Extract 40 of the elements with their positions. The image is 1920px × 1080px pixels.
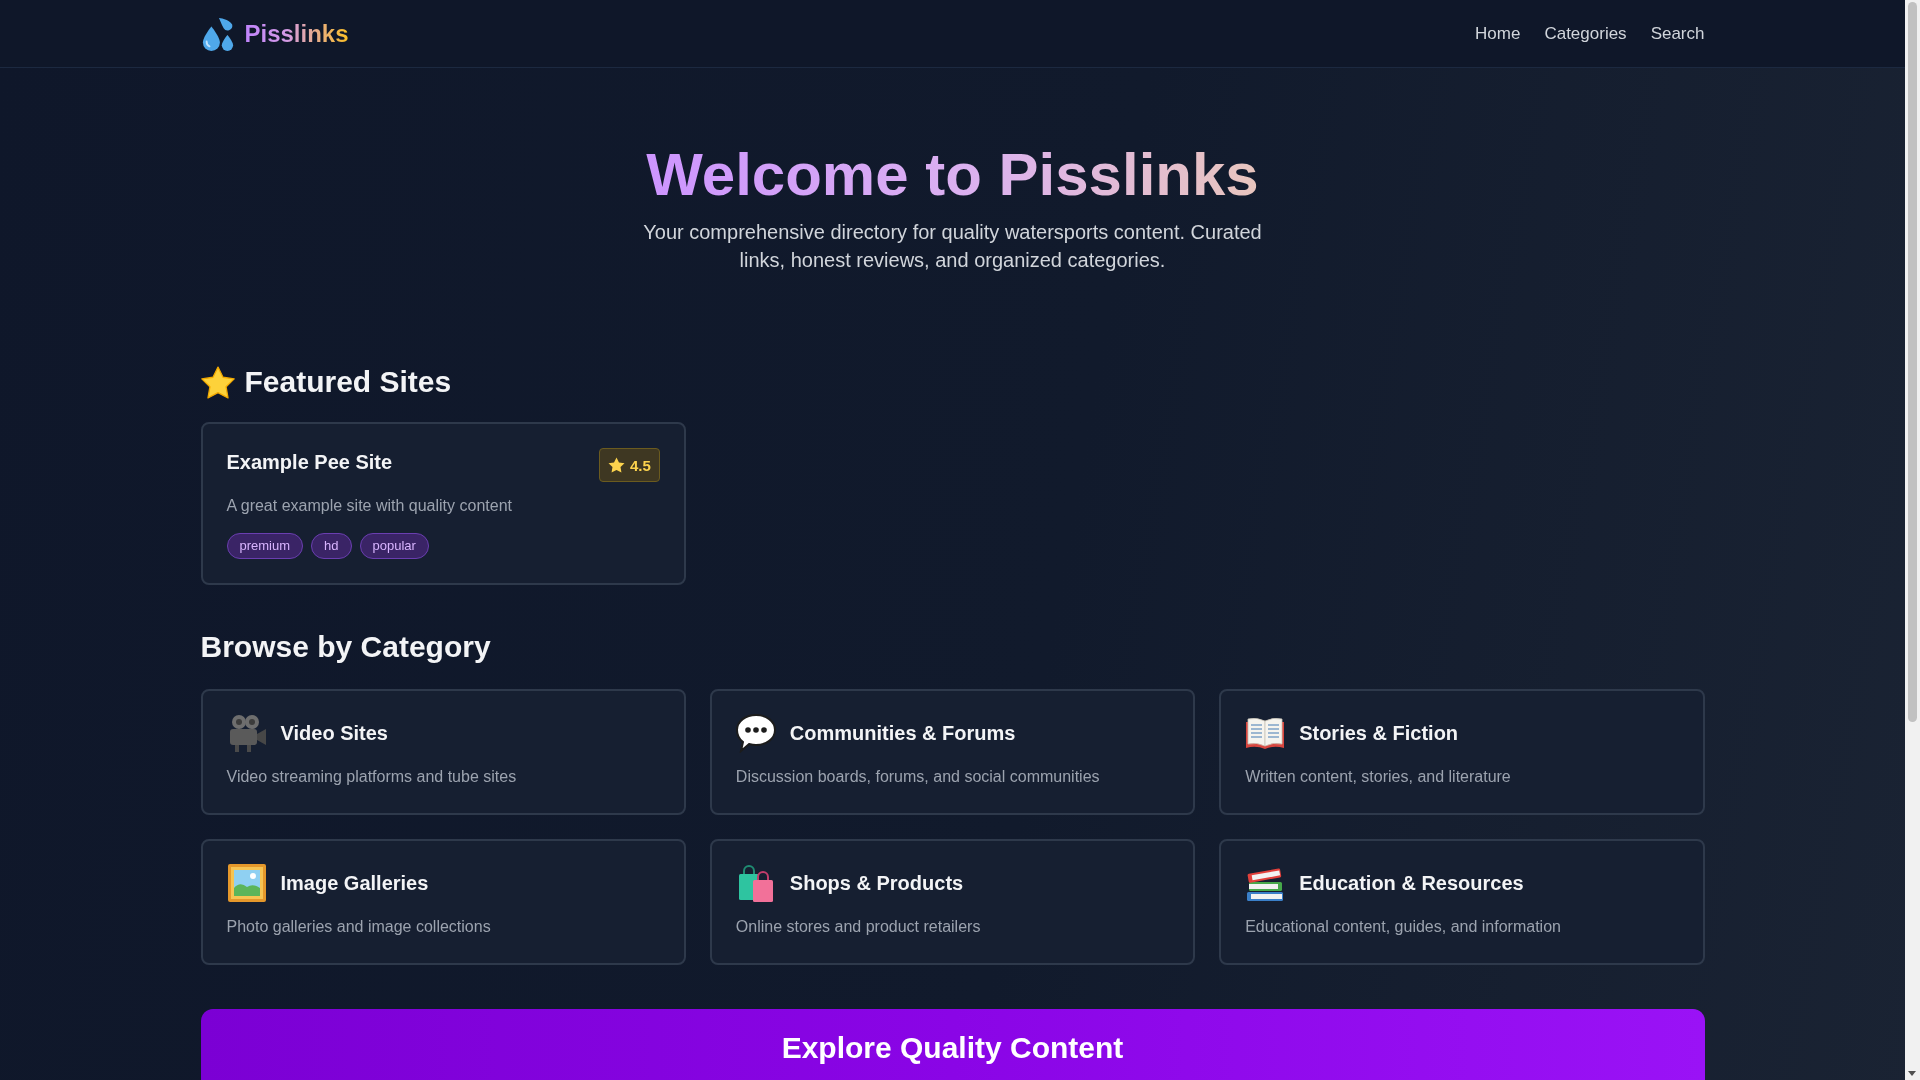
- site-card[interactable]: Example Pee Site 4.5 A great example site with quality content premium hd popular: [200, 422, 686, 585]
- scroll-down-arrow-icon[interactable]: [1908, 1071, 1916, 1076]
- droplets-icon: [200, 16, 235, 51]
- category-card[interactable]: Video Sites Video streaming platforms and tube sites: [200, 689, 686, 815]
- tag: premium: [226, 533, 304, 559]
- tag: hd: [311, 533, 352, 559]
- category-description: Discussion boards, forums, and social communities: [735, 767, 1101, 787]
- category-title: Education & Resources: [1299, 871, 1524, 896]
- category-description: Video streaming platforms and tube sites: [226, 767, 518, 787]
- category-description: Photo galleries and image collections: [226, 917, 492, 937]
- nav-link[interactable]: Search: [1650, 23, 1705, 44]
- category-title: Image Galleries: [280, 871, 429, 896]
- speech-bubble-icon: [735, 713, 776, 753]
- category-card[interactable]: Communities & Forums Discussion boards, forums, and social communities: [709, 689, 1196, 815]
- category-card[interactable]: Image Galleries Photo galleries and image collections: [200, 839, 686, 965]
- hero-subtitle: Your comprehensive directory for quality watersports content. Curated links, honest reviews, and organized categories.: [642, 220, 1263, 273]
- category-title: Communities & Forums: [789, 721, 1016, 746]
- category-description: Written content, stories, and literature: [1245, 767, 1512, 787]
- section-heading: Browse by Category: [200, 629, 491, 665]
- site-title: Example Pee Site: [226, 450, 393, 475]
- category-card[interactable]: Shops & Products Online stores and product retailers: [709, 839, 1196, 965]
- rating-value: 4.5: [629, 456, 651, 474]
- framed-picture-icon: [226, 863, 267, 903]
- category-title: Stories & Fiction: [1299, 721, 1459, 746]
- category-card[interactable]: Education & Resources Educational content, guides, and information: [1219, 839, 1705, 965]
- banner-title: Explore Quality Content: [781, 1031, 1124, 1065]
- nav-link[interactable]: Home: [1475, 23, 1521, 44]
- category-title: Shops & Products: [789, 871, 964, 896]
- star-icon: [200, 365, 235, 399]
- category-card[interactable]: Stories & Fiction Written content, stories, and literature: [1219, 689, 1705, 815]
- tag: popular: [359, 533, 429, 559]
- category-description: Educational content, guides, and information: [1245, 917, 1562, 937]
- scrollbar-thumb[interactable]: [1908, 2, 1917, 722]
- section-heading: Featured Sites: [244, 364, 452, 400]
- category-title: Video Sites: [280, 721, 388, 746]
- category-description: Online stores and product retailers: [735, 917, 982, 937]
- star-icon: [607, 457, 625, 473]
- scrollbar[interactable]: [1905, 0, 1920, 1080]
- site-description: A great example site with quality content: [226, 496, 513, 516]
- nav-link[interactable]: Categories: [1544, 23, 1627, 44]
